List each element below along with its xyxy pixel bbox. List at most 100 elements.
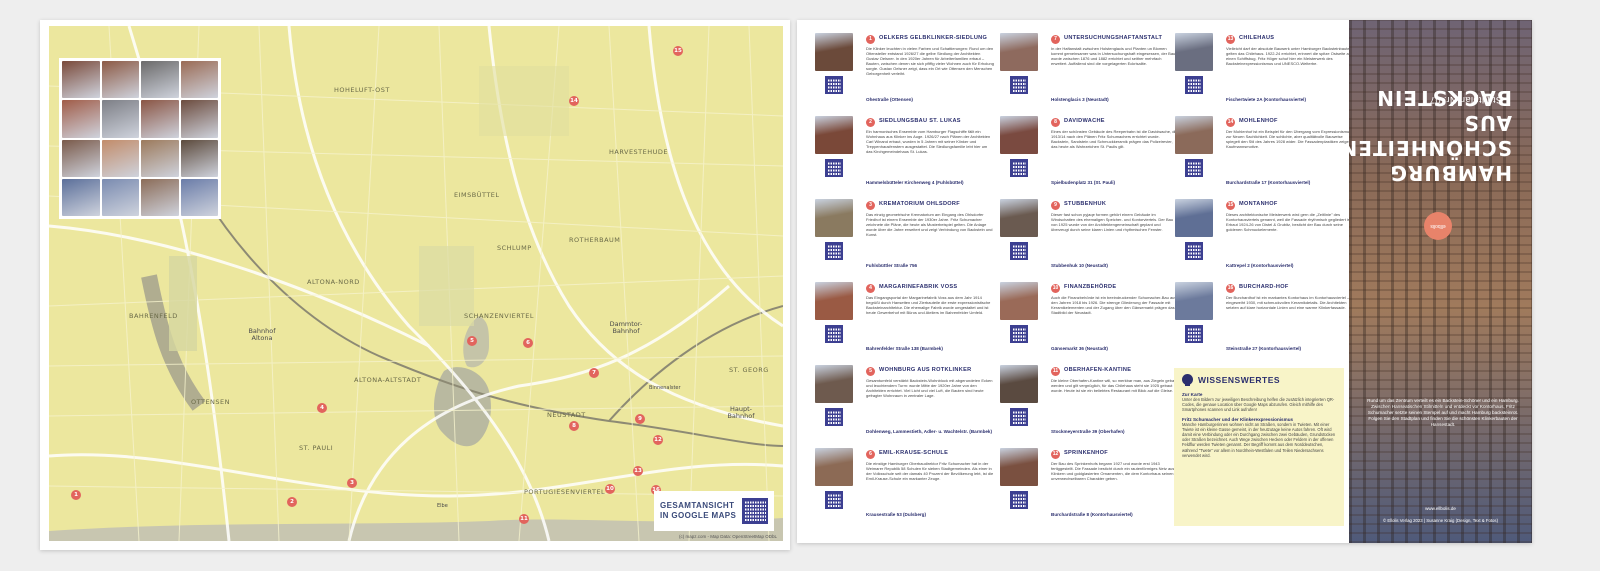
building-entry: 6 EMIL-KRAUSE-SCHULE Die einstige Hamburge… [815,448,998,526]
qr-code-icon[interactable] [825,242,843,260]
map-pin[interactable]: 5 [467,336,477,346]
building-photo [141,61,179,99]
building-entry: 10 FINANZBEHÖRDE Auch die Finanzbehörde is… [1000,282,1183,360]
building-thumbnail [1000,33,1038,71]
entry-title: KREMATORIUM OHLSDORF [879,201,960,207]
cover-text: Rund um das Zentrum verteilt es ein Back… [1367,398,1519,427]
google-maps-link[interactable]: GESAMTANSICHT IN GOOGLE MAPS [654,491,774,531]
map-pin[interactable]: 1 [71,490,81,500]
qr-code-icon[interactable] [825,325,843,343]
entry-address: Stockmeyerstraße 39 (Oberhafen) [1051,429,1125,434]
qr-code-icon[interactable] [1010,242,1028,260]
wissenswertes-title: WISSENSWERTES [1198,374,1281,385]
building-photo-grid [59,58,221,219]
building-thumbnail [1000,448,1038,486]
section-text: Manche Hamburgerinnen wohnen nicht an St… [1182,421,1336,458]
entry-address: Bahrenfelder Straße 138 (Barmbek) [866,346,943,351]
entry-title: BURCHARD-HOF [1239,284,1289,290]
building-entry: 13 CHILEHAUS Vielleicht darf der absolute … [1175,33,1358,111]
building-photo [101,61,139,99]
entry-description: Gesamtumfeld verstärkt Backstein-Wohnblo… [866,378,993,399]
publisher-badge: ellbolis [1424,212,1452,240]
qr-code-icon[interactable] [1010,159,1028,177]
building-entry: 8 DAVIDWACHE Eines der schönsten Gebäude d… [1000,116,1183,194]
qr-code-icon[interactable] [1010,325,1028,343]
entry-title: CHILEHAUS [1239,35,1275,41]
district-label: ST. PAULI [299,444,334,452]
qr-code-icon[interactable] [1010,76,1028,94]
qr-code-icon[interactable] [825,408,843,426]
cover-panel: ellbolis HAMBURG SCHÖNHEITEN AUS BACKSTE… [1349,20,1532,543]
entry-description: Die einstige Hamburger Oberbaudirektor F… [866,461,994,482]
building-entry: 15 MONTANHOF Dieses architektonische Meist… [1175,199,1358,277]
cover-url[interactable]: www.ellbolis.de [1349,506,1532,511]
building-photo [180,139,218,177]
building-thumbnail [815,116,853,154]
qr-code-icon[interactable] [1185,76,1203,94]
qr-code-icon[interactable] [1185,242,1203,260]
entry-number: 4 [866,284,875,293]
qr-code-icon[interactable] [825,159,843,177]
district-label: ALTONA-ALTSTADT [354,376,422,384]
building-thumbnail [1175,33,1213,71]
map-pin[interactable]: 13 [633,466,643,476]
entry-title: MOHLENHOF [1239,118,1278,124]
building-entry: 3 KREMATORIUM OHLSDORF Das einzig geometri… [815,199,998,277]
qr-code-icon[interactable] [1010,491,1028,509]
qr-code-icon[interactable] [825,76,843,94]
entry-address: Ohestraße (Ottensen) [866,97,913,102]
building-thumbnail [1175,282,1213,320]
entry-title: MARGARINEFABRIK VOSS [879,284,958,290]
building-thumbnail [1000,282,1038,320]
entry-title: MONTANHOF [1239,201,1278,207]
entry-address: Hammelsbütteler Kirchenweg 4 (Fuhlsbütte… [866,180,964,185]
building-entry: 16 BURCHARD-HOF Der Burchardhof ist ein ma… [1175,282,1358,360]
map-pin[interactable]: 9 [635,414,645,424]
map-pin[interactable]: 11 [519,514,529,524]
qr-code-icon[interactable] [1185,159,1203,177]
building-thumbnail [1000,199,1038,237]
entry-title: SPRINKENHOF [1064,450,1109,456]
entry-address: Fuhlsbüttler Straße 756 [866,263,918,268]
station-label: Bahnhof Altona [248,327,276,343]
building-photo [101,139,139,177]
building-entry: 11 OBERHAFEN-KANTINE Die kleine Oberhafen-… [1000,365,1183,443]
district-label: SCHLUMP [497,244,532,252]
qr-code-icon[interactable] [825,491,843,509]
entry-number: 12 [1051,450,1060,459]
map-pin[interactable]: 14 [569,96,579,106]
qr-code-icon[interactable] [1185,325,1203,343]
building-photo [141,178,179,216]
entry-title: EMIL-KRAUSE-SCHULE [879,450,949,456]
map-pin[interactable]: 15 [673,46,683,56]
entry-description: Auch die Finanzbehörde ist ein beeindruc… [1051,295,1177,316]
map-pin[interactable]: 3 [347,478,357,488]
map-pin[interactable]: 4 [317,403,327,413]
map-pin[interactable]: 12 [653,435,663,445]
entry-title: SIEDLUNGSBAU ST. LUKAS [879,118,961,124]
city-map[interactable]: HOHELUFT-OST HARVESTEHUDE EIMSBÜTTEL ROT… [49,26,783,541]
entry-description: Das Eingangsportal der Margarinefabrik V… [866,295,991,316]
map-pin[interactable]: 6 [523,338,533,348]
qr-code-icon[interactable] [742,498,768,524]
entry-number: 7 [1051,35,1060,44]
entry-address: Gänsemarkt 36 (Neustadt) [1051,346,1108,351]
entry-number: 2 [866,118,875,127]
map-pin[interactable]: 7 [589,368,599,378]
map-pin[interactable]: 10 [605,484,615,494]
district-label: SCHANZENVIERTEL [464,312,534,320]
entry-description: Ein harmonisches Ensemble vom Hamburger … [866,129,991,155]
map-pin[interactable]: 8 [569,421,579,431]
district-label: HARVESTEHUDE [609,148,669,156]
entry-address: Burchardstraße 17 (Kontorhausviertel) [1226,180,1311,185]
district-label: HOHELUFT-OST [334,86,390,94]
building-entry: 2 SIEDLUNGSBAU ST. LUKAS Ein harmonisches … [815,116,998,194]
map-pin[interactable]: 2 [287,497,297,507]
station-label: Haupt-Bahnhof [727,405,755,421]
building-photo [101,178,139,216]
building-photo [62,100,100,138]
entry-number: 15 [1226,201,1235,210]
entry-title: STUBBENHUK [1064,201,1107,207]
qr-code-icon[interactable] [1010,408,1028,426]
entry-title: UNTERSUCHUNGSHAFTANSTALT [1064,35,1163,41]
